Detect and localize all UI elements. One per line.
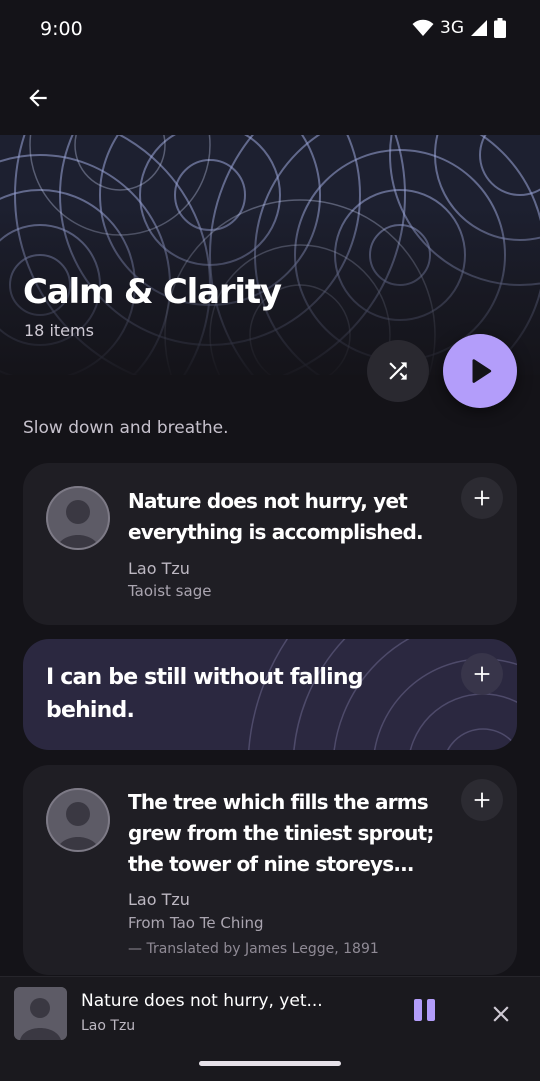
status-icons: 3G (412, 18, 506, 38)
app-bar (0, 60, 540, 135)
add-button[interactable] (461, 653, 503, 695)
quote-source: From Tao Te Ching (128, 914, 264, 932)
back-button[interactable] (20, 80, 56, 116)
quote-author: Lao Tzu (128, 890, 190, 909)
author-avatar (46, 788, 110, 852)
shuffle-button[interactable] (367, 340, 429, 402)
status-bar: 9:00 3G (0, 0, 540, 60)
network-label: 3G (440, 18, 464, 38)
playlist-item-count: 18 items (24, 321, 94, 340)
mini-player-thumbnail (14, 987, 67, 1040)
pause-button[interactable] (414, 999, 440, 1027)
play-all-button[interactable] (443, 334, 517, 408)
arrow-back-icon (29, 89, 47, 107)
status-time: 9:00 (40, 18, 83, 40)
add-icon (474, 666, 490, 682)
battery-icon (494, 18, 506, 38)
pause-icon-bar (427, 999, 435, 1021)
author-portrait-image (46, 788, 110, 852)
mini-player-author: Lao Tzu (81, 1018, 136, 1034)
quote-card[interactable]: I can be still without falling behind. (23, 639, 517, 750)
wifi-icon (412, 19, 434, 36)
close-button[interactable] (488, 1001, 514, 1027)
play-icon (472, 359, 492, 383)
quote-text: Nature does not hurry, yet everything is… (128, 489, 424, 544)
quote-author-description: Taoist sage (128, 582, 212, 600)
shuffle-icon (389, 362, 407, 380)
quote-translation-credit: — Translated by James Legge, 1891 (128, 941, 379, 957)
thumbnail-image (14, 987, 67, 1040)
quote-card[interactable]: The tree which fills the arms grew from … (23, 765, 517, 975)
add-icon (474, 792, 490, 808)
author-avatar (46, 486, 110, 550)
quote-author: Lao Tzu (128, 559, 190, 578)
author-portrait-image (46, 486, 110, 550)
quote-text: The tree which fills the arms grew from … (128, 790, 434, 876)
quote-text: I can be still without falling behind. (46, 665, 364, 723)
add-button[interactable] (461, 477, 503, 519)
close-icon (493, 1006, 509, 1022)
playlist-description: Slow down and breathe. (23, 418, 229, 438)
playlist-title: Calm & Clarity (23, 272, 282, 312)
mini-player-title: Nature does not hurry, yet... (81, 991, 323, 1011)
home-indicator[interactable] (199, 1061, 341, 1066)
add-icon (474, 490, 490, 506)
pause-icon (414, 999, 422, 1021)
add-button[interactable] (461, 779, 503, 821)
quote-card[interactable]: Nature does not hurry, yet everything is… (23, 463, 517, 625)
signal-icon (471, 20, 487, 36)
